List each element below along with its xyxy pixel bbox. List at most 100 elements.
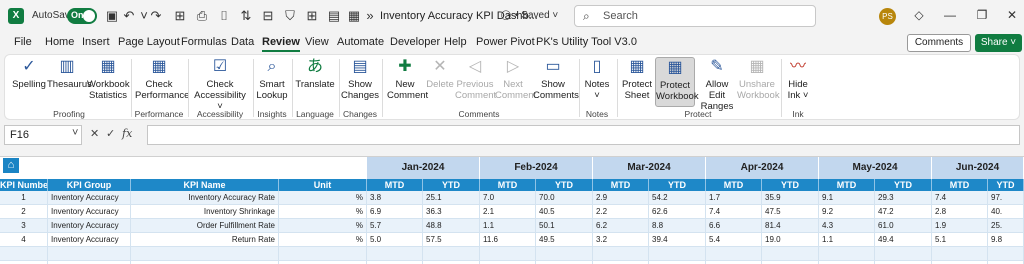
table-cell[interactable] (819, 247, 875, 261)
table-cell[interactable]: 39.4 (649, 233, 706, 247)
name-box[interactable]: F16 (4, 125, 82, 145)
freeze-icon[interactable]: ⊞ (304, 8, 320, 24)
table-cell[interactable]: 19.0 (762, 233, 819, 247)
tab-developer[interactable]: Developer (390, 36, 440, 48)
spelling-button[interactable]: ✓ Spelling (11, 57, 47, 90)
table-cell[interactable]: Inventory Accuracy (48, 205, 131, 219)
table-cell[interactable]: 9.1 (819, 191, 875, 205)
camera-icon[interactable]: ⌷ (216, 8, 232, 24)
save-icon[interactable]: ▣ (104, 8, 120, 24)
hide-ink-button[interactable]: 〰 Hide Ink ˅ (783, 57, 813, 101)
table-cell[interactable]: 4.3 (819, 219, 875, 233)
table-cell[interactable]: 2.2 (593, 205, 649, 219)
table-cell[interactable]: 5.7 (367, 219, 423, 233)
table-cell[interactable]: 1.1 (819, 233, 875, 247)
redo-icon[interactable]: ↷ (148, 8, 164, 24)
table-cell[interactable] (649, 247, 706, 261)
sum-icon[interactable]: ▦ (346, 8, 362, 24)
tab-utility-tool[interactable]: PK's Utility Tool V3.0 (536, 36, 637, 48)
protect-sheet-button[interactable]: ▦ Protect Sheet (620, 57, 654, 101)
table-cell[interactable] (131, 247, 279, 261)
table-cell[interactable] (279, 247, 367, 261)
table-cell[interactable]: 36.3 (423, 205, 480, 219)
table-cell[interactable]: 97. (988, 191, 1024, 205)
tab-formulas[interactable]: Formulas (181, 36, 227, 48)
table-cell[interactable] (536, 247, 593, 261)
tab-view[interactable]: View (305, 36, 329, 48)
table-cell[interactable]: 29.3 (875, 191, 932, 205)
previous-comment-button[interactable]: ◁ Previous Comment (455, 57, 496, 101)
table-cell[interactable]: Order Fulfillment Rate (131, 219, 279, 233)
table-cell[interactable]: Inventory Accuracy (48, 219, 131, 233)
table-cell[interactable]: % (279, 191, 367, 205)
table-cell[interactable]: 2.1 (480, 205, 536, 219)
table-cell[interactable]: 4 (0, 233, 48, 247)
table-cell[interactable]: 7.0 (480, 191, 536, 205)
autosave-toggle[interactable]: On (67, 8, 97, 24)
table-cell[interactable]: 5.1 (932, 233, 988, 247)
protect-workbook-button[interactable]: ▦ Protect Workbook (655, 57, 699, 107)
table-cell[interactable]: 25.1 (423, 191, 480, 205)
table-cell[interactable]: 54.2 (649, 191, 706, 205)
table-cell[interactable]: % (279, 219, 367, 233)
share-button[interactable]: Share ˅ (975, 34, 1022, 52)
check-accessibility-button[interactable]: ☑ Check Accessibility ˅ (191, 57, 249, 112)
formula-input[interactable] (147, 125, 1020, 145)
cancel-icon[interactable]: ✕ (90, 127, 99, 140)
translate-button[interactable]: あ Translate (294, 57, 336, 90)
customize-qat-icon[interactable]: » (362, 8, 378, 24)
table-cell[interactable]: 49.5 (536, 233, 593, 247)
workbook-statistics-button[interactable]: ▦ Workbook Statistics (87, 57, 130, 101)
print-preview-icon[interactable]: ⎙ (194, 8, 210, 24)
table-cell[interactable]: 1 (0, 191, 48, 205)
new-comment-button[interactable]: ✚ New Comment (387, 57, 428, 101)
table-cell[interactable]: 7.4 (706, 205, 762, 219)
table-cell[interactable]: 62.6 (649, 205, 706, 219)
table-cell[interactable] (706, 247, 762, 261)
table-cell[interactable]: Inventory Shrinkage (131, 205, 279, 219)
next-comment-button[interactable]: ▷ Next Comment (495, 57, 536, 101)
table-cell[interactable] (932, 247, 988, 261)
table-cell[interactable]: % (279, 205, 367, 219)
smart-lookup-button[interactable]: ⌕ Smart Lookup (256, 57, 288, 101)
table-cell[interactable]: Inventory Accuracy (48, 191, 131, 205)
table-cell[interactable]: 40.5 (536, 205, 593, 219)
table-cell[interactable]: 81.4 (762, 219, 819, 233)
table-cell[interactable]: Return Rate (131, 233, 279, 247)
tab-page-layout[interactable]: Page Layout (118, 36, 180, 48)
sort-icon[interactable]: ⇅ (238, 8, 254, 24)
table-cell[interactable]: 1.9 (932, 219, 988, 233)
table-cell[interactable] (48, 247, 131, 261)
thesaurus-button[interactable]: ▥ Thesaurus (47, 57, 92, 90)
table-cell[interactable] (480, 247, 536, 261)
check-performance-button[interactable]: ▦ Check Performance (135, 57, 189, 101)
table-cell[interactable]: 40. (988, 205, 1024, 219)
table-cell[interactable]: 57.5 (423, 233, 480, 247)
enter-icon[interactable]: ✓ (106, 127, 115, 140)
table-cell[interactable]: 3.2 (593, 233, 649, 247)
table-cell[interactable]: 2.8 (932, 205, 988, 219)
table-cell[interactable]: 61.0 (875, 219, 932, 233)
table-cell[interactable]: 47.5 (762, 205, 819, 219)
diamond-icon[interactable]: ◇ (912, 8, 926, 22)
table-cell[interactable] (423, 247, 480, 261)
format-icon[interactable]: ▤ (326, 8, 342, 24)
table-icon[interactable]: ⊟ (260, 8, 276, 24)
tab-data[interactable]: Data (231, 36, 254, 48)
table-cell[interactable]: 48.8 (423, 219, 480, 233)
table-cell[interactable]: 5.0 (367, 233, 423, 247)
minimize-icon[interactable]: — (943, 8, 957, 22)
table-cell[interactable]: 1.1 (480, 219, 536, 233)
table-cell[interactable]: 5.4 (706, 233, 762, 247)
tab-file[interactable]: File (14, 36, 32, 48)
table-cell[interactable]: 3.8 (367, 191, 423, 205)
table-cell[interactable]: 6.2 (593, 219, 649, 233)
table-cell[interactable]: 8.8 (649, 219, 706, 233)
table-cell[interactable]: 3 (0, 219, 48, 233)
table-cell[interactable]: 1.7 (706, 191, 762, 205)
close-icon[interactable]: ✕ (1005, 8, 1019, 22)
table-cell[interactable] (593, 247, 649, 261)
tab-help[interactable]: Help (444, 36, 467, 48)
table-cell[interactable]: Inventory Accuracy (48, 233, 131, 247)
table-cell[interactable] (0, 247, 48, 261)
